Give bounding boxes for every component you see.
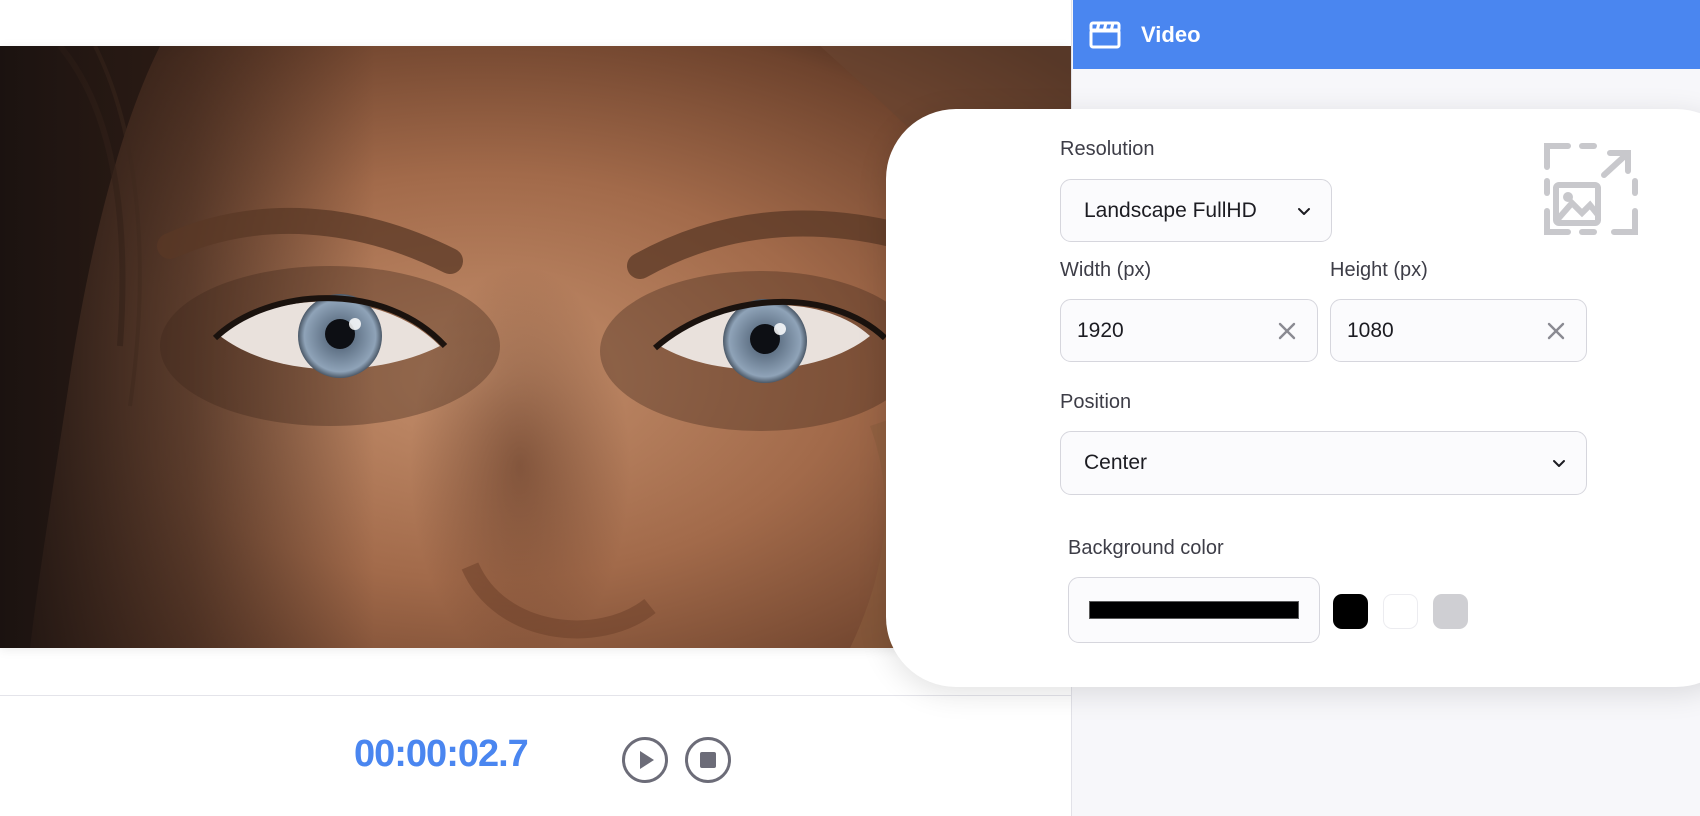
chevron-down-icon <box>1298 207 1310 215</box>
stop-button[interactable] <box>685 737 731 783</box>
swatch-gray[interactable] <box>1433 594 1468 629</box>
swatch-black[interactable] <box>1333 594 1368 629</box>
preview-top-bar <box>0 0 1071 46</box>
resolution-select[interactable]: Landscape FullHD <box>1060 179 1332 242</box>
height-label: Height (px) <box>1330 259 1428 281</box>
playback-bar <box>0 696 1071 816</box>
background-color-label: Background color <box>1068 537 1224 559</box>
height-input[interactable]: 1080 <box>1330 299 1587 362</box>
position-label: Position <box>1060 391 1132 413</box>
position-value: Center <box>1084 451 1148 474</box>
video-editor: 00:00:02.7 Video Resolution Landscape Fu… <box>0 0 1700 816</box>
resize-image-icon <box>1544 143 1638 235</box>
width-label: Width (px) <box>1060 259 1152 281</box>
clear-icon[interactable] <box>1546 321 1566 341</box>
background-color-preview <box>1089 601 1299 619</box>
clear-icon[interactable] <box>1277 321 1297 341</box>
sidebar-header: Video <box>1073 0 1700 69</box>
clapperboard-icon <box>1089 21 1121 48</box>
timecode: 00:00:02.7 <box>354 733 529 775</box>
sidebar-title: Video <box>1141 21 1201 47</box>
play-button[interactable] <box>622 737 668 783</box>
width-value: 1920 <box>1077 318 1124 342</box>
background-color-input[interactable] <box>1068 577 1320 643</box>
chevron-down-icon <box>1553 460 1565 467</box>
play-icon <box>640 751 654 769</box>
resolution-value: Landscape FullHD <box>1084 198 1257 222</box>
stop-icon <box>700 752 716 768</box>
swatch-white[interactable] <box>1383 594 1418 629</box>
position-select[interactable]: Center <box>1060 431 1587 495</box>
resolution-label: Resolution <box>1060 138 1155 160</box>
width-input[interactable]: 1920 <box>1060 299 1318 362</box>
height-value: 1080 <box>1347 318 1394 342</box>
